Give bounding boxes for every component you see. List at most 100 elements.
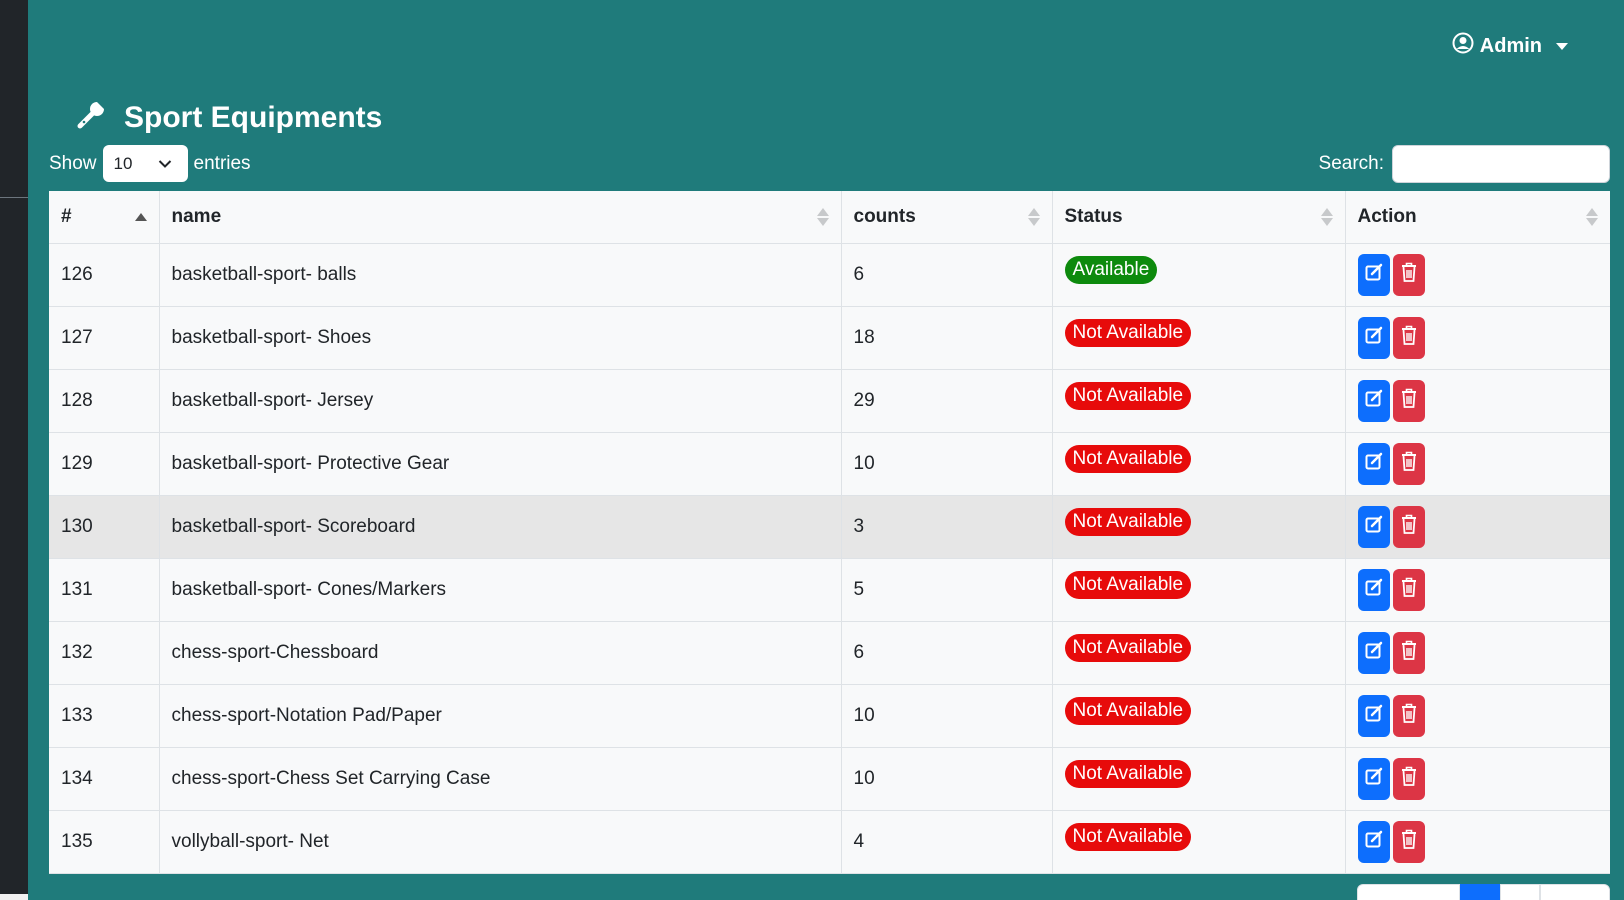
cell-status: Not Available [1052, 432, 1346, 496]
status-badge: Not Available [1064, 822, 1192, 851]
table-header-row: # name counts Status Action [49, 191, 1610, 244]
pagination-page-active[interactable] [1460, 884, 1500, 900]
cell-id: 132 [49, 621, 160, 685]
sidebar-divider [0, 197, 28, 198]
pagination-page[interactable] [1500, 884, 1540, 900]
entries-label: entries [193, 152, 251, 174]
cell-id: 126 [49, 243, 160, 307]
sort-icon [134, 212, 147, 221]
edit-icon [1364, 766, 1384, 792]
pagination-previous[interactable] [1357, 884, 1460, 900]
user-circle-icon [1452, 32, 1474, 60]
cell-counts: 29 [841, 369, 1053, 433]
trash-icon [1399, 639, 1419, 667]
entries-value: 10 [113, 153, 133, 173]
page-title-text: Sport Equipments [124, 101, 383, 134]
cell-name: basketball-sport- Shoes [159, 306, 842, 370]
cell-name: chess-sport-Notation Pad/Paper [159, 684, 842, 748]
cell-counts: 4 [841, 810, 1053, 874]
trash-icon [1399, 513, 1419, 541]
cell-action [1345, 558, 1610, 622]
cell-name: basketball-sport- Scoreboard [159, 495, 842, 559]
edit-icon [1364, 451, 1384, 477]
user-menu[interactable]: Admin [1452, 32, 1568, 60]
cell-counts: 10 [841, 432, 1053, 496]
status-badge: Not Available [1064, 759, 1192, 788]
cell-id: 135 [49, 810, 160, 874]
status-badge: Not Available [1064, 570, 1192, 599]
trash-icon [1399, 828, 1419, 856]
table-row: 134 chess-sport-Chess Set Carrying Case 10… [49, 747, 1610, 811]
cell-status: Not Available [1052, 621, 1346, 685]
cell-id: 129 [49, 432, 160, 496]
cell-action [1345, 810, 1610, 874]
edit-icon [1364, 325, 1384, 351]
delete-button[interactable] [1392, 820, 1425, 863]
edit-button[interactable] [1357, 757, 1390, 800]
cell-status: Not Available [1052, 747, 1346, 811]
equipment-table: # name counts Status Action 126 basketbal… [49, 191, 1610, 874]
column-header-action[interactable]: Action [1345, 191, 1610, 244]
edit-button[interactable] [1357, 253, 1390, 296]
page-title: Sport Equipments [76, 98, 382, 138]
trash-icon [1399, 387, 1419, 415]
edit-icon [1364, 703, 1384, 729]
search-input[interactable] [1392, 145, 1610, 183]
edit-icon [1364, 262, 1384, 288]
edit-button[interactable] [1357, 568, 1390, 611]
cell-action [1345, 369, 1610, 433]
delete-button[interactable] [1392, 568, 1425, 611]
edit-icon [1364, 829, 1384, 855]
delete-button[interactable] [1392, 631, 1425, 674]
edit-button[interactable] [1357, 505, 1390, 548]
column-header-id[interactable]: # [49, 191, 160, 244]
chevron-down-icon [158, 154, 172, 174]
cell-status: Not Available [1052, 810, 1346, 874]
trash-icon [1399, 765, 1419, 793]
pagination [1357, 884, 1610, 900]
cell-status: Available [1052, 243, 1346, 307]
column-header-status[interactable]: Status [1052, 191, 1346, 244]
delete-button[interactable] [1392, 253, 1425, 296]
search-label: Search: [1318, 153, 1384, 174]
status-badge: Not Available [1064, 507, 1192, 536]
delete-button[interactable] [1392, 757, 1425, 800]
delete-button[interactable] [1392, 442, 1425, 485]
edit-button[interactable] [1357, 379, 1390, 422]
cell-status: Not Available [1052, 558, 1346, 622]
column-header-name[interactable]: name [159, 191, 842, 244]
trash-icon [1399, 324, 1419, 352]
sort-icon [1586, 207, 1598, 226]
edit-button[interactable] [1357, 316, 1390, 359]
cell-name: basketball-sport- Protective Gear [159, 432, 842, 496]
edit-icon [1364, 388, 1384, 414]
cell-action [1345, 432, 1610, 496]
table-row: 126 basketball-sport- balls 6 Available [49, 243, 1610, 307]
status-badge: Not Available [1064, 633, 1192, 662]
cell-counts: 5 [841, 558, 1053, 622]
delete-button[interactable] [1392, 379, 1425, 422]
cell-id: 131 [49, 558, 160, 622]
edit-button[interactable] [1357, 694, 1390, 737]
table-row: 129 basketball-sport- Protective Gear 10 No… [49, 432, 1610, 496]
status-badge: Not Available [1064, 381, 1192, 410]
entries-select[interactable]: 10 [102, 145, 188, 182]
cell-counts: 6 [841, 621, 1053, 685]
edit-icon [1364, 514, 1384, 540]
cell-id: 128 [49, 369, 160, 433]
show-label: Show [49, 152, 97, 174]
cell-name: basketball-sport- Cones/Markers [159, 558, 842, 622]
pagination-next[interactable] [1540, 884, 1610, 900]
column-header-counts[interactable]: counts [841, 191, 1053, 244]
edit-button[interactable] [1357, 631, 1390, 674]
search-control: Search: [1319, 145, 1610, 183]
delete-button[interactable] [1392, 316, 1425, 359]
edit-button[interactable] [1357, 820, 1390, 863]
cell-name: basketball-sport- balls [159, 243, 842, 307]
table-row: 133 chess-sport-Notation Pad/Paper 10 Not A… [49, 684, 1610, 748]
delete-button[interactable] [1392, 505, 1425, 548]
delete-button[interactable] [1392, 694, 1425, 737]
table-row: 130 basketball-sport- Scoreboard 3 Not Avai… [49, 495, 1610, 559]
edit-button[interactable] [1357, 442, 1390, 485]
status-badge: Available [1064, 255, 1158, 284]
